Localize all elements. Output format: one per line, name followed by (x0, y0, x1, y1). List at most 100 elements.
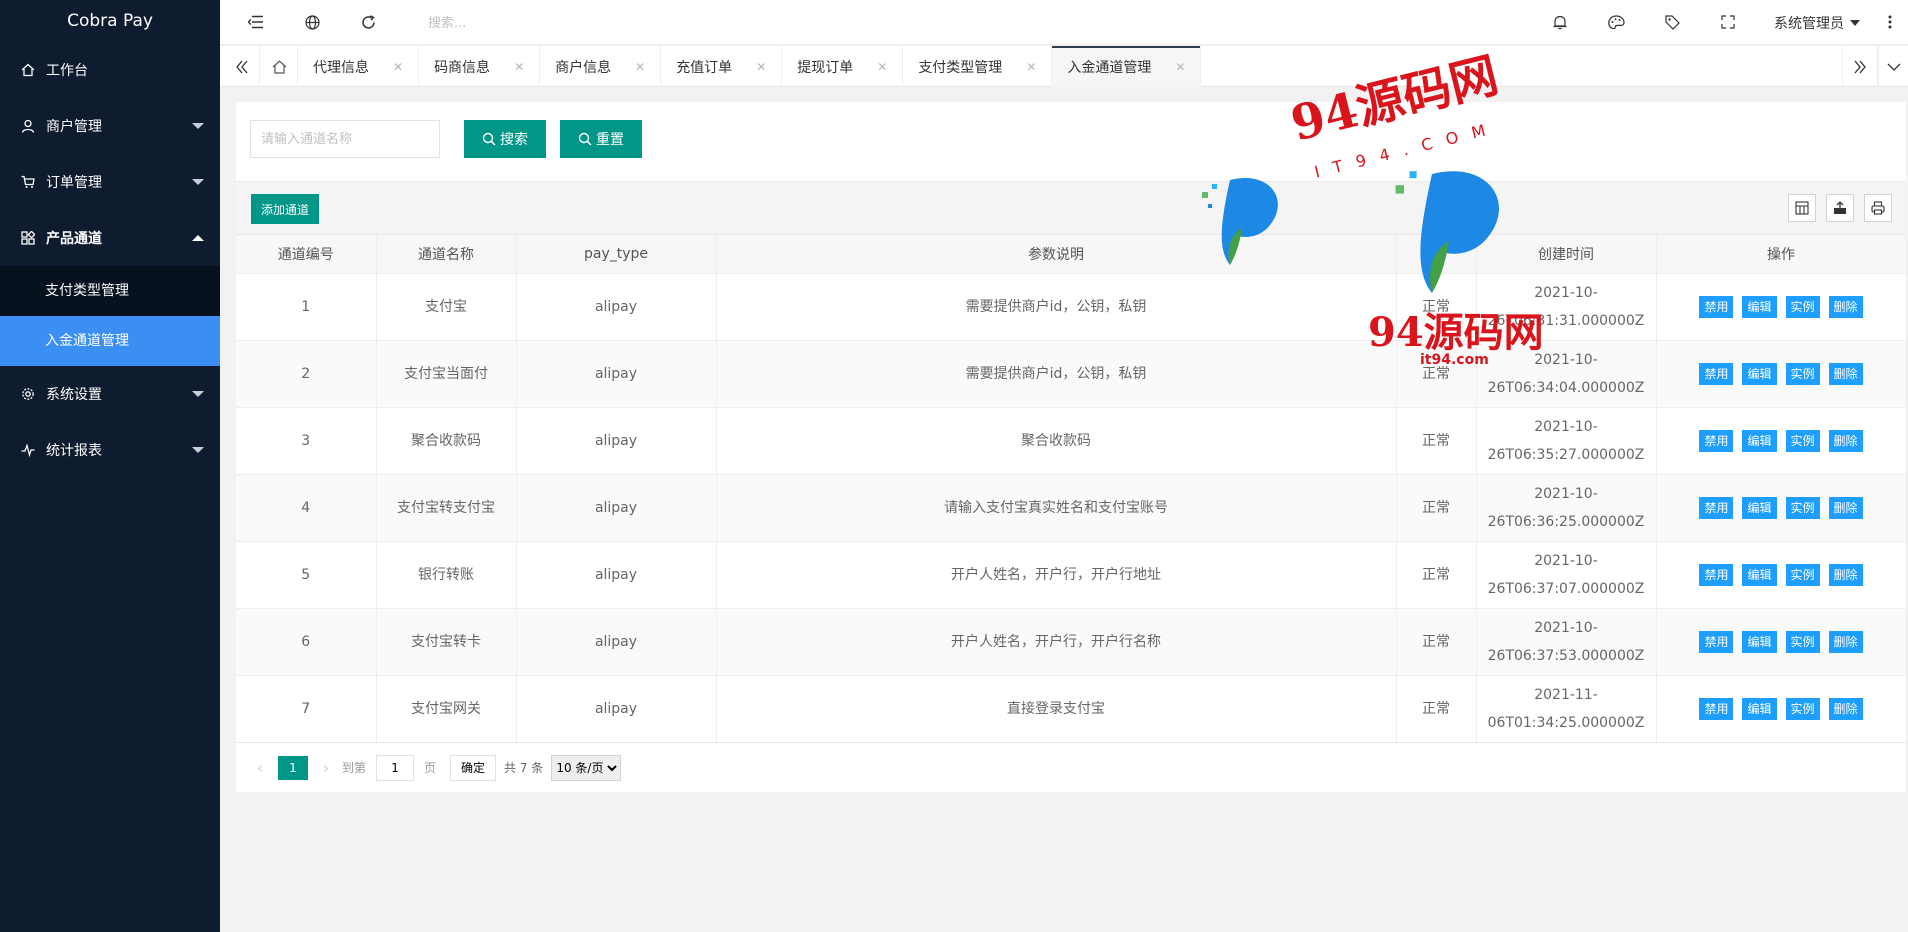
delete-button[interactable]: 删除 (1828, 630, 1863, 653)
disable-button[interactable]: 禁用 (1699, 362, 1734, 385)
close-icon[interactable]: ✕ (877, 60, 887, 74)
edit-button[interactable]: 编辑 (1742, 295, 1777, 318)
tag-icon[interactable] (1662, 12, 1682, 32)
close-icon[interactable]: ✕ (1175, 60, 1185, 74)
bell-icon[interactable] (1550, 12, 1570, 32)
cell-actions: 禁用 编辑 实例 删除 (1656, 675, 1907, 743)
disable-button[interactable]: 禁用 (1699, 496, 1734, 519)
close-icon[interactable]: ✕ (1026, 60, 1036, 74)
table-row: 4 支付宝转支付宝 alipay 请输入支付宝真实姓名和支付宝账号 正常 2021-10-… (236, 474, 1907, 542)
delete-button[interactable]: 删除 (1828, 697, 1863, 720)
sidebar-item-settings[interactable]: 系统设置 (0, 366, 220, 422)
search-button[interactable]: 搜索 (464, 120, 546, 158)
example-button[interactable]: 实例 (1785, 496, 1820, 519)
sidebar-subitem-pay-type[interactable]: 支付类型管理 (0, 266, 220, 316)
caret-down-icon (1850, 20, 1860, 26)
col-header-desc[interactable]: 参数说明 (716, 235, 1397, 274)
goto-page-input[interactable] (376, 754, 415, 781)
tabs-scroll-right-icon[interactable] (1842, 46, 1878, 87)
refresh-icon[interactable] (358, 12, 378, 32)
sidebar-item-reports[interactable]: 统计报表 (0, 422, 220, 478)
created-time: 26T06:37:53.000000Z (1487, 647, 1645, 664)
prev-page-icon[interactable]: ‹ (250, 759, 270, 777)
sidebar-subitem-deposit-channel[interactable]: 入金通道管理 (0, 316, 220, 366)
delete-button[interactable]: 删除 (1828, 362, 1863, 385)
close-icon[interactable]: ✕ (393, 60, 403, 74)
header-search-placeholder[interactable]: 搜索... (428, 12, 466, 31)
tab-withdraw-orders[interactable]: 提现订单 ✕ (782, 46, 904, 87)
tab-agent-info[interactable]: 代理信息 ✕ (298, 46, 420, 87)
edit-button[interactable]: 编辑 (1742, 496, 1777, 519)
delete-button[interactable]: 删除 (1828, 429, 1863, 452)
home-icon (20, 62, 36, 78)
col-header-pay-type[interactable]: pay_type (516, 235, 717, 274)
tab-coder-info[interactable]: 码商信息 ✕ (419, 46, 541, 87)
edit-button[interactable]: 编辑 (1742, 563, 1777, 586)
tab-pay-type[interactable]: 支付类型管理 ✕ (903, 46, 1053, 87)
disable-button[interactable]: 禁用 (1699, 630, 1734, 653)
tab-deposit-channel[interactable]: 入金通道管理 ✕ (1052, 46, 1202, 87)
example-button[interactable]: 实例 (1785, 295, 1820, 318)
col-header-id[interactable]: 通道编号 (236, 235, 377, 274)
tabs-scroll-left-icon[interactable] (224, 46, 260, 87)
sidebar-item-merchant[interactable]: 商户管理 (0, 98, 220, 154)
tabs-dropdown-icon[interactable] (1878, 46, 1908, 87)
disable-button[interactable]: 禁用 (1699, 295, 1734, 318)
home-tab-icon[interactable] (262, 46, 298, 87)
cell-desc: 开户人姓名，开户行，开户行地址 (716, 541, 1397, 609)
close-icon[interactable]: ✕ (514, 60, 524, 74)
created-date: 2021-10- (1534, 351, 1598, 368)
goto-confirm-button[interactable]: 确定 (450, 754, 497, 781)
example-button[interactable]: 实例 (1785, 429, 1820, 452)
cell-name: 支付宝 (376, 273, 517, 341)
edit-button[interactable]: 编辑 (1742, 362, 1777, 385)
disable-button[interactable]: 禁用 (1699, 429, 1734, 452)
example-button[interactable]: 实例 (1785, 362, 1820, 385)
cell-name: 聚合收款码 (376, 407, 517, 475)
example-button[interactable]: 实例 (1785, 697, 1820, 720)
cell-id: 5 (236, 541, 377, 609)
edit-button[interactable]: 编辑 (1742, 630, 1777, 653)
more-vertical-icon[interactable] (1880, 12, 1900, 32)
export-icon[interactable] (1826, 194, 1854, 222)
tab-merchant-info[interactable]: 商户信息 ✕ (540, 46, 662, 87)
edit-button[interactable]: 编辑 (1742, 429, 1777, 452)
globe-icon[interactable] (302, 12, 322, 32)
channel-name-input[interactable] (250, 120, 440, 158)
current-page[interactable]: 1 (278, 755, 308, 780)
sidebar-item-orders[interactable]: 订单管理 (0, 154, 220, 210)
sidebar-item-workbench[interactable]: 工作台 (0, 42, 220, 98)
col-header-status[interactable] (1396, 235, 1477, 274)
print-icon[interactable] (1864, 194, 1892, 222)
example-button[interactable]: 实例 (1785, 563, 1820, 586)
menu-fold-icon[interactable] (246, 12, 266, 32)
cell-id: 1 (236, 273, 377, 341)
close-icon[interactable]: ✕ (635, 60, 645, 74)
next-page-icon[interactable]: › (316, 759, 336, 777)
delete-button[interactable]: 删除 (1828, 295, 1863, 318)
columns-filter-icon[interactable] (1788, 194, 1816, 222)
delete-button[interactable]: 删除 (1828, 496, 1863, 519)
col-header-created[interactable]: 创建时间 (1476, 235, 1657, 274)
disable-button[interactable]: 禁用 (1699, 697, 1734, 720)
disable-button[interactable]: 禁用 (1699, 563, 1734, 586)
theme-palette-icon[interactable] (1606, 12, 1626, 32)
close-icon[interactable]: ✕ (756, 60, 766, 74)
created-time: 06T01:34:25.000000Z (1487, 714, 1645, 731)
page-size-select[interactable]: 10 条/页 (551, 754, 622, 781)
chevron-down-icon (192, 123, 204, 129)
user-menu[interactable]: 系统管理员 (1774, 13, 1860, 33)
tab-recharge-orders[interactable]: 充值订单 ✕ (661, 46, 783, 87)
delete-button[interactable]: 删除 (1828, 563, 1863, 586)
table-toolbar: 添加通道 (236, 181, 1906, 235)
main-card: 搜索 重置 添加通道 通道编号 通道名称 pay_type 参数说明 (236, 102, 1907, 792)
sidebar-item-product-channel[interactable]: 产品通道 (0, 210, 220, 266)
apps-icon (20, 230, 36, 246)
created-date: 2021-11- (1534, 686, 1598, 703)
add-channel-button[interactable]: 添加通道 (251, 194, 320, 224)
reset-button[interactable]: 重置 (560, 120, 642, 158)
example-button[interactable]: 实例 (1785, 630, 1820, 653)
fullscreen-icon[interactable] (1718, 12, 1738, 32)
col-header-name[interactable]: 通道名称 (376, 235, 517, 274)
edit-button[interactable]: 编辑 (1742, 697, 1777, 720)
